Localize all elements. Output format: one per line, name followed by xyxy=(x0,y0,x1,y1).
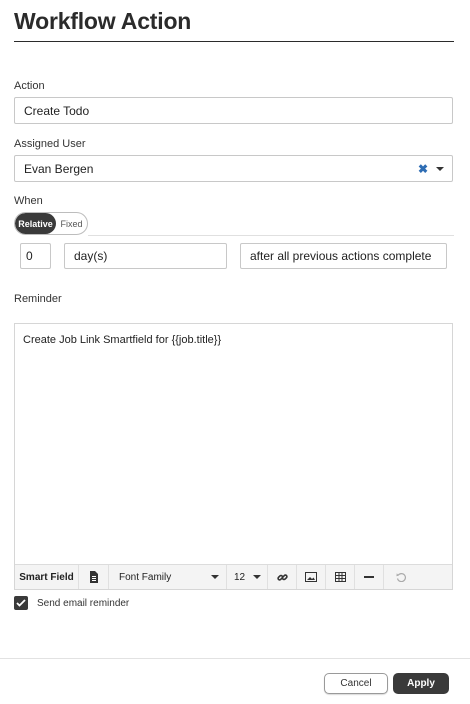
table-icon[interactable] xyxy=(326,565,355,589)
title-divider xyxy=(14,41,454,42)
page-title: Workflow Action xyxy=(14,8,192,34)
apply-button[interactable]: Apply xyxy=(393,673,449,694)
assigned-user-value: Evan Bergen xyxy=(24,161,94,176)
font-size-value: 12 xyxy=(234,571,246,583)
font-size-select[interactable]: 12 xyxy=(227,565,268,589)
clear-icon[interactable]: ✖ xyxy=(418,162,428,176)
email-reminder-label: Send email reminder xyxy=(37,598,130,609)
chevron-down-icon xyxy=(253,575,261,579)
toggle-relative[interactable]: Relative xyxy=(15,213,56,234)
amount-value: 0 xyxy=(26,249,33,263)
reminder-editor[interactable]: Create Job Link Smartfield for {{job.tit… xyxy=(14,323,453,590)
action-field[interactable]: Create Todo xyxy=(14,97,453,124)
when-mode-toggle[interactable]: Relative Fixed xyxy=(14,212,88,235)
assigned-user-label: Assigned User xyxy=(14,138,86,150)
reminder-label: Reminder xyxy=(14,293,62,305)
horizontal-rule-icon[interactable] xyxy=(355,565,384,589)
chevron-down-icon xyxy=(211,575,219,579)
chevron-down-icon[interactable] xyxy=(436,166,444,171)
when-divider xyxy=(88,235,454,236)
document-icon[interactable] xyxy=(79,565,109,589)
undo-icon[interactable] xyxy=(384,565,417,589)
trigger-value: after all previous actions complete xyxy=(250,249,432,263)
action-label: Action xyxy=(14,80,45,92)
font-family-select[interactable]: Font Family xyxy=(109,565,227,589)
toggle-fixed[interactable]: Fixed xyxy=(56,213,87,234)
trigger-select[interactable]: after all previous actions complete xyxy=(240,243,447,269)
unit-select[interactable]: day(s) xyxy=(64,243,227,269)
font-family-value: Font Family xyxy=(119,571,172,583)
link-icon[interactable] xyxy=(268,565,297,589)
cancel-button[interactable]: Cancel xyxy=(324,673,388,694)
footer-divider xyxy=(0,658,470,659)
smart-field-button[interactable]: Smart Field xyxy=(15,565,79,589)
image-icon[interactable] xyxy=(297,565,326,589)
email-reminder-checkbox[interactable] xyxy=(14,596,28,610)
amount-input[interactable]: 0 xyxy=(20,243,51,269)
action-value: Create Todo xyxy=(24,103,90,118)
assigned-user-select[interactable]: Evan Bergen ✖ xyxy=(14,155,453,182)
editor-toolbar: Smart Field Font Family 12 xyxy=(15,564,452,589)
when-label: When xyxy=(14,195,43,207)
unit-value: day(s) xyxy=(74,249,108,263)
reminder-content[interactable]: Create Job Link Smartfield for {{job.tit… xyxy=(23,334,221,346)
checkmark-icon xyxy=(16,599,26,607)
